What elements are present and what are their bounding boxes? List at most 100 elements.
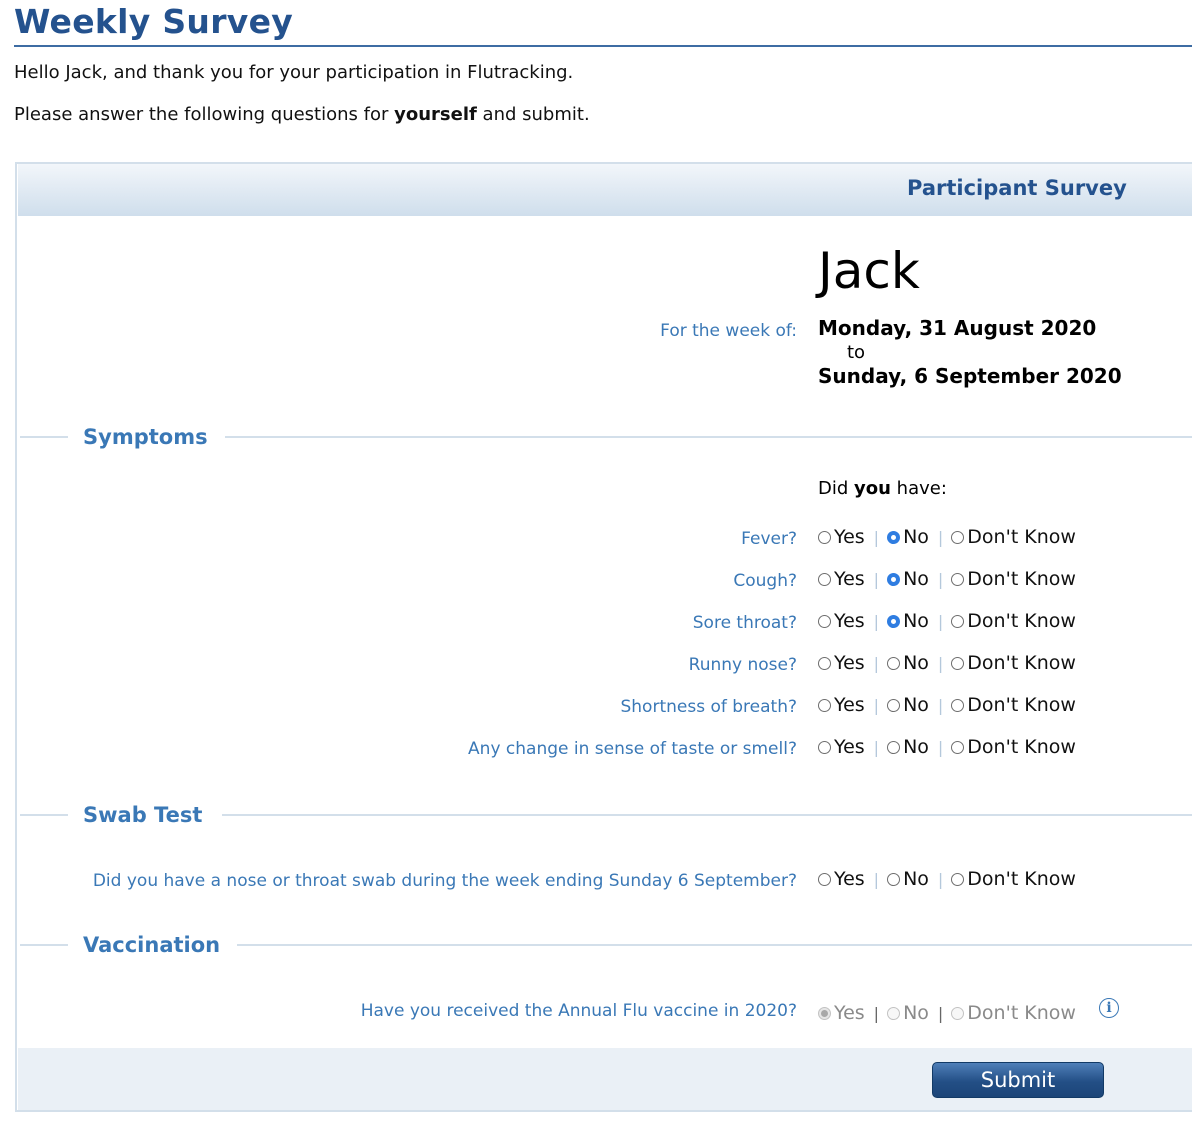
symptom-3-option-no[interactable]: No [887,610,929,632]
symptom-2-option-dont-know[interactable]: Don't Know [951,568,1076,590]
symptom-3-option-label: Don't Know [967,610,1076,632]
vaccination-label: Have you received the Annual Flu vaccine… [360,1001,797,1021]
prompt-suffix: have: [890,478,947,499]
symptom-6-radio-yes[interactable] [818,740,831,754]
symptom-1-option-no[interactable]: No [887,526,929,548]
instructions-suffix: and submit. [476,104,590,125]
symptom-5-radio-no[interactable] [887,698,901,712]
symptom-5-option-dont-know[interactable]: Don't Know [951,694,1076,716]
symptom-3-radio-dont-know[interactable] [951,614,965,628]
symptom-6-option-yes[interactable]: Yes [818,736,865,758]
symptom-6-option-dont-know[interactable]: Don't Know [951,736,1076,758]
option-separator: | [873,869,880,889]
symptom-3-option-yes[interactable]: Yes [818,610,865,632]
swab-label: Did you have a nose or throat swab durin… [92,871,797,891]
symptom-2-radio-no[interactable] [887,572,901,586]
symptom-5-options: Yes | No | Don't Know [818,693,1076,717]
symptom-1-option-dont-know[interactable]: Don't Know [951,526,1076,548]
vaccination-option-label: No [903,1002,929,1024]
symptom-6-option-label: No [903,736,929,758]
option-separator: | [937,611,944,631]
swab-option-dont-know[interactable]: Don't Know [951,868,1076,890]
option-separator: | [873,737,880,757]
symptom-4-radio-no[interactable] [887,656,901,670]
symptoms-prompt: Did you have: [818,478,947,499]
symptom-1-options: Yes | No | Don't Know [818,525,1076,549]
symptom-1-option-label: Yes [834,526,865,548]
swab-option-label: No [903,868,929,890]
instructions-emphasis: yourself [394,104,477,125]
symptom-5-radio-dont-know[interactable] [951,698,965,712]
symptoms-rule-right [225,436,1192,438]
symptom-4-option-label: Don't Know [967,652,1076,674]
symptom-4-option-yes[interactable]: Yes [818,652,865,674]
option-separator: | [937,653,944,673]
swab-rule-right [222,814,1192,816]
vaccination-option-no: No [887,1002,929,1024]
symptom-1-label: Fever? [741,529,797,549]
option-separator: | [937,737,944,757]
option-separator: | [873,569,880,589]
swab-rule-left [20,814,68,816]
week-to-label: to [847,342,866,363]
symptom-6-label: Any change in sense of taste or smell? [468,739,797,759]
option-separator: | [937,527,944,547]
swab-options: Yes | No | Don't Know [818,867,1076,891]
symptom-3-options: Yes | No | Don't Know [818,609,1076,633]
symptom-2-option-yes[interactable]: Yes [818,568,865,590]
week-end-date: Sunday, 6 September 2020 [818,364,1122,388]
symptom-6-option-no[interactable]: No [887,736,929,758]
symptom-6-option-label: Yes [834,736,865,758]
symptom-3-radio-no[interactable] [887,614,901,628]
vaccination-option-label: Don't Know [967,1002,1076,1024]
option-separator: | [937,1003,944,1023]
swab-radio-yes[interactable] [818,872,831,886]
week-label: For the week of: [660,321,797,341]
symptom-2-radio-dont-know[interactable] [951,572,965,586]
panel-header-title: Participant Survey [907,176,1127,200]
symptom-2-option-no[interactable]: No [887,568,929,590]
symptom-3-option-label: Yes [834,610,865,632]
vaccination-rule-right [237,944,1192,946]
symptom-1-radio-yes[interactable] [818,530,831,544]
vaccination-option-label: Yes [834,1002,865,1024]
symptom-4-option-dont-know[interactable]: Don't Know [951,652,1076,674]
instructions-prefix: Please answer the following questions fo… [14,104,395,125]
swab-option-label: Yes [834,868,865,890]
symptom-1-radio-dont-know[interactable] [951,530,965,544]
option-separator: | [873,527,880,547]
symptom-3-option-dont-know[interactable]: Don't Know [951,610,1076,632]
option-separator: | [873,611,880,631]
vaccination-section-title: Vaccination [83,933,221,957]
intro-greeting: Hello Jack, and thank you for your parti… [14,62,574,83]
symptom-5-option-label: No [903,694,929,716]
vaccination-option-yes: Yes [818,1002,865,1024]
swab-radio-no[interactable] [887,872,901,886]
option-separator: | [937,569,944,589]
symptom-1-radio-no[interactable] [887,530,901,544]
symptom-5-option-yes[interactable]: Yes [818,694,865,716]
submit-button[interactable]: Submit [932,1062,1104,1098]
symptom-5-radio-yes[interactable] [818,698,831,712]
swab-option-no[interactable]: No [887,868,929,890]
symptom-1-option-label: No [903,526,929,548]
symptom-4-radio-dont-know[interactable] [951,656,965,670]
vaccination-radio-yes [818,1006,831,1020]
symptom-3-radio-yes[interactable] [818,614,831,628]
symptom-6-radio-no[interactable] [887,740,901,754]
vaccination-radio-no [887,1006,901,1020]
info-icon[interactable]: i [1099,998,1119,1018]
swab-radio-dont-know[interactable] [951,872,965,886]
symptom-1-option-yes[interactable]: Yes [818,526,865,548]
symptom-5-option-no[interactable]: No [887,694,929,716]
symptom-2-radio-yes[interactable] [818,572,831,586]
swab-option-yes[interactable]: Yes [818,868,865,890]
symptom-6-radio-dont-know[interactable] [951,740,965,754]
symptoms-section-title: Symptoms [83,425,208,449]
vaccination-option-dont-know: Don't Know [951,1002,1076,1024]
symptom-4-radio-yes[interactable] [818,656,831,670]
survey-panel [15,162,1192,1112]
symptom-4-option-no[interactable]: No [887,652,929,674]
page-title: Weekly Survey [14,2,294,41]
symptoms-rule-left [20,436,68,438]
